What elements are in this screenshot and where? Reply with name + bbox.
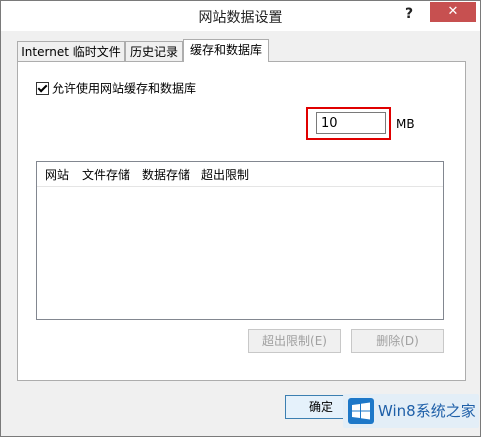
cache-size-input[interactable] — [316, 112, 386, 134]
watermark-text: Win8系统之家 — [378, 402, 476, 420]
allow-cache-label: 允许使用网站缓存和数据库 — [52, 81, 197, 96]
title-bar[interactable]: 网站数据设置 ? ✕ — [1, 1, 480, 31]
close-button[interactable]: ✕ — [430, 2, 476, 22]
column-header-data-storage[interactable]: 数据存储 — [142, 166, 190, 183]
allow-cache-checkbox-row[interactable]: 允许使用网站缓存和数据库 — [36, 80, 196, 96]
delete-button[interactable]: 删除(D) — [351, 329, 444, 353]
column-header-website[interactable]: 网站 — [45, 166, 69, 183]
table-header: 网站 文件存储 数据存储 超出限制 — [37, 162, 443, 187]
tab-internet-temp-files[interactable]: Internet 临时文件 — [17, 41, 125, 61]
column-header-exceed-limit[interactable]: 超出限制 — [201, 166, 249, 183]
close-icon: ✕ — [447, 4, 459, 19]
windows-logo-icon — [348, 398, 374, 424]
tab-history[interactable]: 历史记录 — [125, 41, 183, 61]
website-data-table[interactable]: 网站 文件存储 数据存储 超出限制 — [36, 161, 444, 320]
size-unit-label: MB — [396, 117, 415, 131]
tab-cache-and-databases[interactable]: 缓存和数据库 — [183, 39, 269, 62]
help-button[interactable]: ? — [397, 3, 421, 25]
exceed-limit-button[interactable]: 超出限制(E) — [248, 329, 341, 353]
column-header-file-storage[interactable]: 文件存储 — [82, 166, 130, 183]
allow-cache-checkbox[interactable] — [36, 82, 49, 95]
